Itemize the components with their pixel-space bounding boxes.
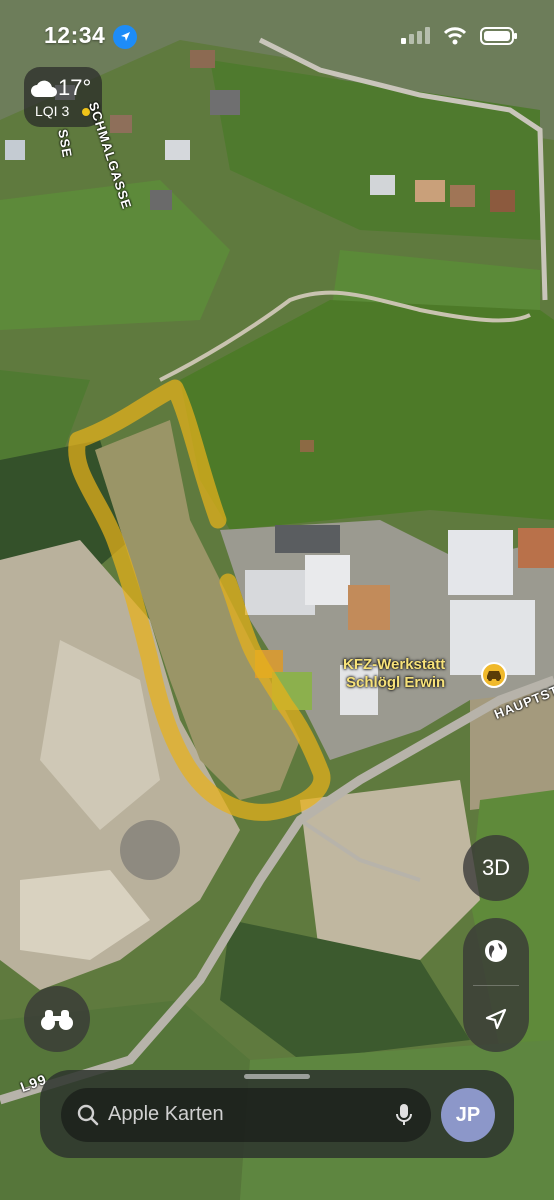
status-bar: 12:34 [0, 0, 554, 70]
search-bar[interactable]: Apple Karten [61, 1088, 431, 1142]
battery-icon [480, 27, 517, 45]
search-icon [77, 1104, 99, 1126]
sheet-grabber[interactable] [244, 1074, 310, 1079]
car-icon[interactable] [481, 662, 507, 688]
3d-view-button[interactable]: 3D [463, 835, 529, 901]
poi-name-line2: Schlögl Erwin [346, 674, 446, 691]
wifi-icon [444, 27, 466, 45]
current-location-button[interactable] [463, 986, 529, 1052]
poi-name-line1: KFZ-Werkstatt [343, 656, 446, 673]
globe-icon [485, 940, 507, 962]
location-arrow-outline-icon [485, 1008, 507, 1030]
microphone-icon[interactable] [395, 1103, 413, 1127]
cloud-icon [31, 80, 57, 97]
temperature: 17° [58, 75, 92, 100]
poi-label[interactable]: KFZ-Werkstatt Schlögl Erwin [343, 656, 445, 692]
search-placeholder: Apple Karten [108, 1103, 224, 1125]
location-arrow-icon [113, 25, 137, 49]
map-mode-button[interactable] [463, 918, 529, 984]
air-quality-index: LQI 3 [35, 103, 70, 119]
status-time: 12:34 [44, 22, 106, 48]
binoculars-icon [41, 1010, 73, 1030]
cellular-signal-icon [401, 27, 430, 44]
map-controls [463, 918, 529, 1052]
profile-avatar[interactable]: JP [441, 1088, 495, 1142]
look-around-button[interactable] [24, 986, 90, 1052]
